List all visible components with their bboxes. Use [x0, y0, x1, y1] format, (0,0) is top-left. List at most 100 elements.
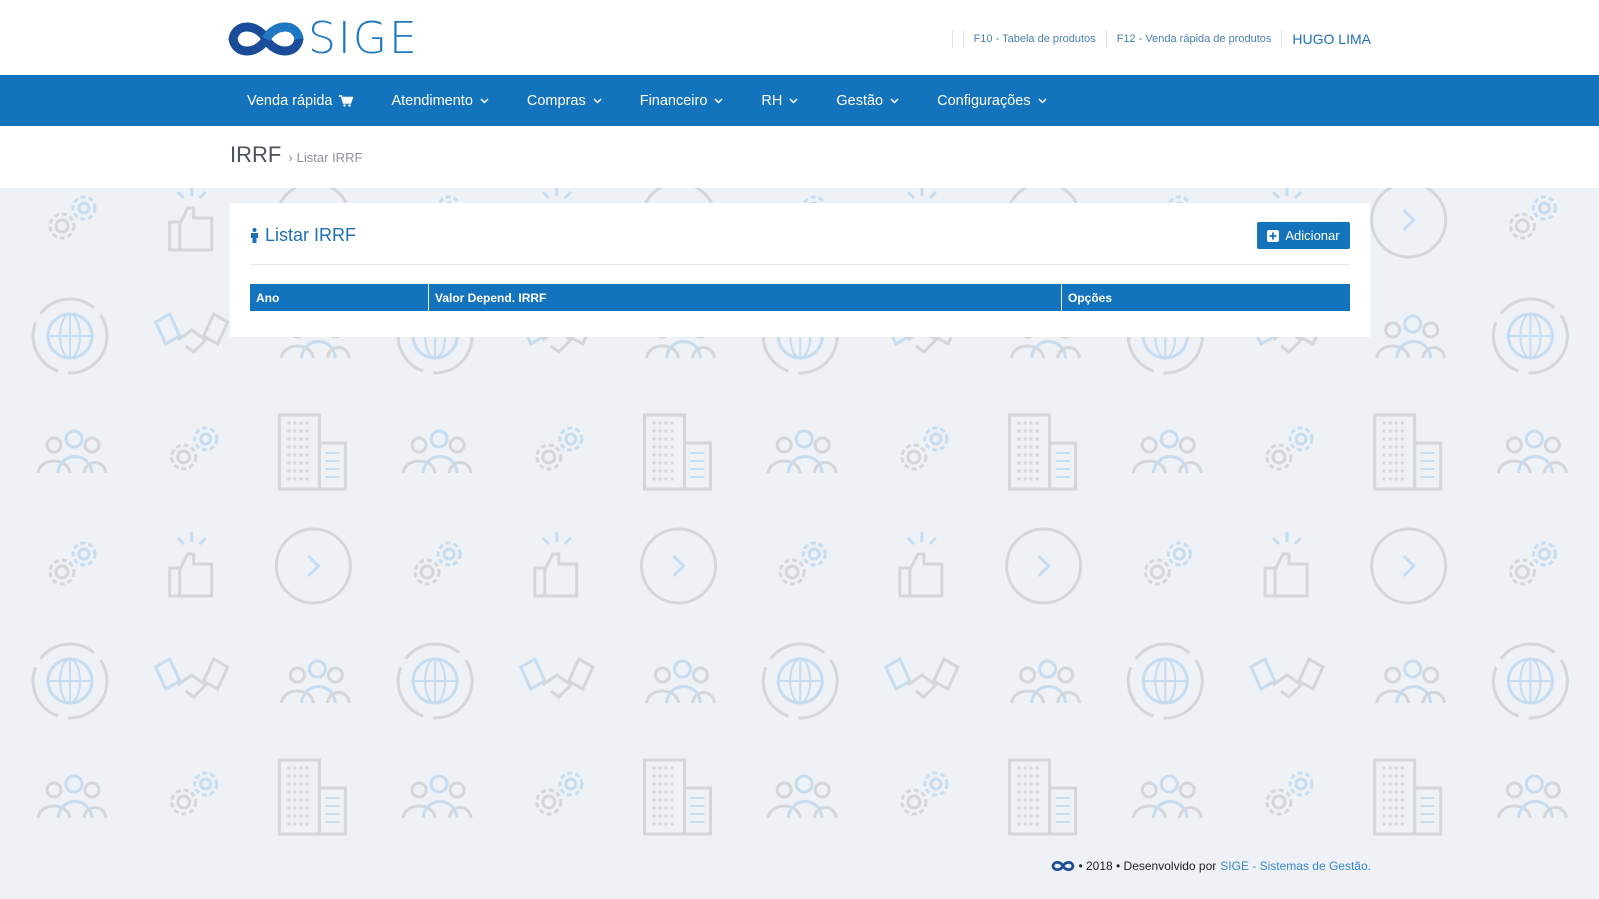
people-pattern-icon	[1010, 659, 1082, 704]
building-pattern-icon	[277, 758, 347, 836]
panel-title: Listar IRRF	[250, 225, 356, 246]
chevron-down-icon	[593, 97, 602, 104]
globe-pattern-icon	[1126, 642, 1204, 720]
people-pattern-icon	[1496, 429, 1568, 474]
people-pattern-icon	[1131, 774, 1203, 819]
globe-pattern-icon	[31, 642, 109, 720]
panel-title-text: Listar IRRF	[265, 225, 357, 245]
divider	[951, 30, 953, 48]
nav-item-label: Financeiro	[639, 92, 708, 109]
gears-pattern-icon	[900, 771, 949, 816]
nav-item-venda-rapida[interactable]: Venda rápida	[228, 75, 372, 126]
nav-item-financeiro[interactable]: Financeiro	[621, 75, 743, 126]
logo-text: SIGE	[308, 13, 419, 64]
building-pattern-icon	[1373, 413, 1443, 491]
breadcrumb: IRRF › Listar IRRF	[230, 142, 362, 168]
gears-pattern-icon	[535, 426, 584, 471]
infinity-logo-icon	[1051, 859, 1075, 873]
hands-pattern-icon	[153, 311, 230, 354]
nav-item-configuracoes[interactable]: Configurações	[918, 75, 1066, 126]
nav-item-rh[interactable]: RH	[742, 75, 817, 126]
nav-item-label: Configurações	[937, 92, 1031, 109]
column-header-ano[interactable]: Ano	[250, 284, 429, 311]
chevron-down-icon	[789, 97, 798, 104]
footer: • 2018 • Desenvolvido por SIGE - Sistema…	[1051, 858, 1371, 874]
arrow-pattern-icon	[640, 527, 717, 605]
nav-item-gestao[interactable]: Gestão	[817, 75, 918, 126]
thumb-pattern-icon	[898, 532, 944, 598]
people-pattern-icon	[1496, 774, 1568, 819]
people-pattern-icon	[36, 429, 108, 474]
globe-pattern-icon	[396, 642, 474, 720]
plus-square-icon	[1267, 229, 1280, 242]
people-pattern-icon	[401, 774, 473, 819]
nav-item-compras[interactable]: Compras	[508, 75, 621, 126]
divider	[1105, 30, 1107, 48]
gears-pattern-icon	[778, 541, 827, 586]
link-quick-sale[interactable]: F12 - Venda rápida de produtos	[1117, 33, 1272, 45]
building-pattern-icon	[1008, 758, 1078, 836]
people-pattern-icon	[645, 659, 716, 704]
footer-link[interactable]: SIGE - Sistemas de Gestão.	[1220, 859, 1371, 873]
people-pattern-icon	[1131, 429, 1203, 474]
gears-pattern-icon	[48, 195, 97, 240]
cart-icon	[339, 94, 354, 107]
footer-text: • 2018 • Desenvolvido por	[1078, 859, 1217, 873]
building-pattern-icon	[277, 413, 347, 491]
top-header: SIGE F10 - Tabela de produtos F12 - Vend…	[0, 0, 1599, 75]
arrow-pattern-icon	[274, 527, 352, 605]
breadcrumb-current: Listar IRRF	[296, 150, 363, 165]
people-pattern-icon	[766, 774, 838, 819]
globe-pattern-icon	[1491, 297, 1569, 375]
divider	[250, 264, 1350, 265]
building-pattern-icon	[643, 758, 712, 836]
chevron-down-icon	[480, 97, 489, 104]
nav-item-label: Compras	[526, 92, 586, 109]
person-icon	[250, 228, 259, 243]
chevron-down-icon	[714, 97, 723, 104]
people-pattern-icon	[1375, 314, 1447, 359]
globe-pattern-icon	[31, 297, 109, 375]
people-pattern-icon	[1375, 659, 1447, 704]
user-menu[interactable]: HUGO LIMA	[1292, 31, 1371, 47]
globe-pattern-icon	[761, 642, 839, 720]
add-button[interactable]: Adicionar	[1257, 222, 1350, 249]
sige-logo[interactable]: SIGE	[228, 14, 419, 64]
building-pattern-icon	[643, 413, 712, 491]
hands-pattern-icon	[883, 656, 960, 699]
divider	[962, 30, 964, 48]
nav-item-label: Gestão	[836, 92, 884, 109]
irrf-table-header: Ano Valor Depend. IRRF Opções	[250, 284, 1350, 311]
gears-pattern-icon	[1143, 541, 1192, 586]
gears-pattern-icon	[1265, 771, 1314, 816]
hands-pattern-icon	[518, 656, 595, 699]
globe-pattern-icon	[1491, 642, 1569, 720]
people-pattern-icon	[36, 774, 108, 819]
thumb-pattern-icon	[1263, 532, 1309, 598]
arrow-pattern-icon	[1005, 527, 1083, 605]
gears-pattern-icon	[170, 426, 219, 471]
arrow-pattern-icon	[1370, 527, 1448, 605]
breadcrumb-band: IRRF › Listar IRRF	[0, 126, 1599, 188]
nav-item-label: Venda rápida	[247, 92, 333, 109]
gears-pattern-icon	[1508, 541, 1557, 586]
arrow-pattern-icon	[1370, 188, 1448, 259]
link-product-table[interactable]: F10 - Tabela de produtos	[974, 33, 1096, 45]
nav-item-label: RH	[761, 92, 783, 109]
gears-pattern-icon	[413, 541, 462, 586]
content-panel: Listar IRRF Adicionar Ano Valor Depend. …	[230, 203, 1370, 337]
nav-item-atendimento[interactable]: Atendimento	[372, 75, 507, 126]
gears-pattern-icon	[48, 541, 97, 586]
gears-pattern-icon	[1265, 426, 1314, 471]
gears-pattern-icon	[900, 426, 949, 471]
infinity-logo-icon	[228, 22, 304, 56]
column-header-valor[interactable]: Valor Depend. IRRF	[429, 284, 1062, 311]
main-navbar: Venda rápida Atendimento Compras Finance…	[0, 75, 1599, 126]
thumb-pattern-icon	[168, 532, 214, 598]
building-pattern-icon	[1008, 413, 1078, 491]
people-pattern-icon	[401, 429, 473, 474]
hands-pattern-icon	[153, 656, 230, 699]
hands-pattern-icon	[1249, 656, 1325, 699]
thumb-pattern-icon	[168, 188, 214, 252]
building-pattern-icon	[1373, 758, 1443, 836]
